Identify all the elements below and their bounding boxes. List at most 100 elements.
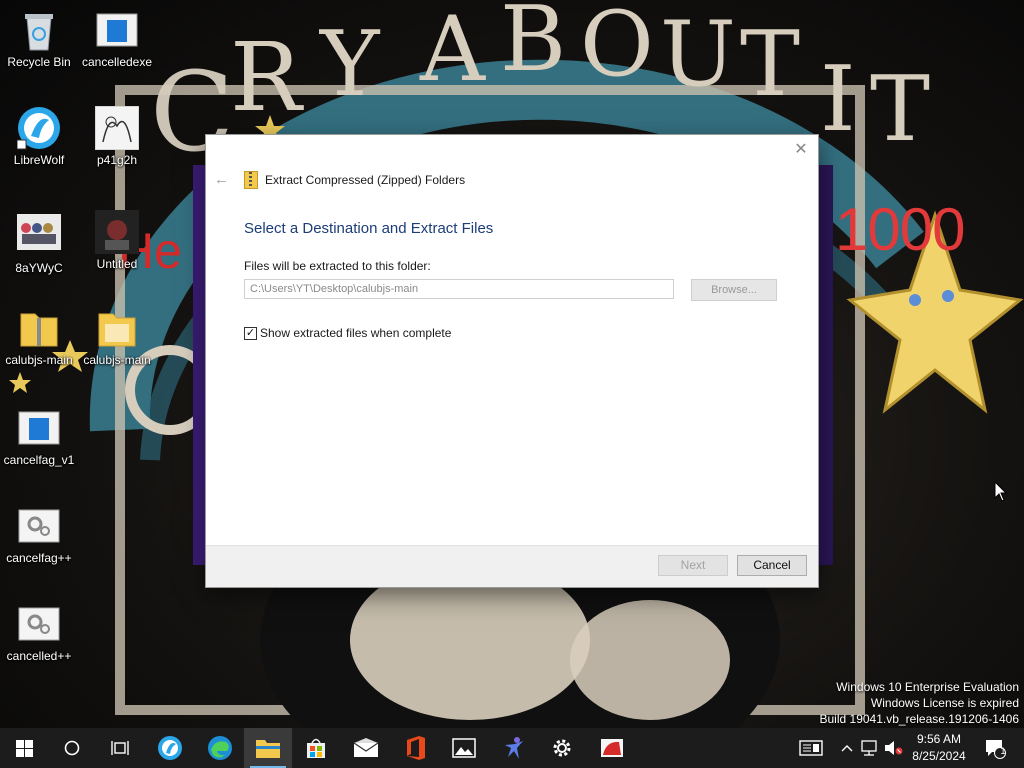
dialog-title-bar: Extract Compressed (Zipped) Folders bbox=[244, 171, 465, 189]
notification-count: 1 bbox=[1000, 746, 1006, 756]
store-bag-icon bbox=[307, 738, 325, 758]
svg-text:A: A bbox=[419, 0, 486, 102]
folder-icon bbox=[256, 740, 280, 758]
desktop-icon-label: p41g2h bbox=[96, 153, 138, 167]
next-button[interactable]: Next bbox=[658, 555, 728, 576]
desktop-icon-librewolf[interactable]: LibreWolf bbox=[0, 106, 78, 167]
desktop-icon-label: Recycle Bin bbox=[7, 55, 71, 69]
tray-news-widget[interactable] bbox=[796, 728, 826, 768]
clock-time: 9:56 AM bbox=[916, 732, 962, 746]
tray-network[interactable] bbox=[860, 728, 880, 768]
taskbar-mail[interactable] bbox=[342, 728, 390, 768]
search-circle-icon bbox=[64, 740, 80, 756]
search-button[interactable] bbox=[48, 728, 96, 768]
svg-text:I: I bbox=[820, 47, 856, 152]
svg-text:O: O bbox=[580, 0, 654, 97]
taskbar-app-figure[interactable] bbox=[490, 728, 538, 768]
svg-text:R: R bbox=[230, 23, 304, 133]
settings-file-icon bbox=[17, 504, 61, 548]
show-files-option[interactable]: ✓ Show extracted files when complete bbox=[244, 326, 451, 340]
figure-app-icon bbox=[505, 737, 523, 759]
dialog-footer: Next Cancel bbox=[206, 545, 818, 587]
taskbar-settings[interactable] bbox=[538, 728, 586, 768]
desktop-icon-cancelfag-plusplus[interactable]: cancelfag++ bbox=[0, 504, 78, 565]
librewolf-icon bbox=[16, 106, 61, 150]
back-button[interactable]: ← bbox=[214, 172, 230, 188]
desktop-icon-label: calubjs-main bbox=[83, 353, 151, 367]
dialog-heading: Select a Destination and Extract Files bbox=[244, 220, 494, 237]
svg-text:Y: Y bbox=[318, 12, 381, 117]
taskbar: 9:56 AM 8/25/2024 1 bbox=[0, 728, 1024, 768]
photos-icon bbox=[452, 738, 476, 758]
desktop-icon-label: LibreWolf bbox=[13, 153, 65, 167]
taskbar-file-explorer[interactable] bbox=[244, 728, 292, 768]
svg-text:U: U bbox=[660, 2, 736, 107]
svg-text:T: T bbox=[870, 57, 930, 162]
desktop-icon-8aywyc[interactable]: 8aYWyC bbox=[0, 214, 78, 275]
news-icon bbox=[799, 740, 823, 756]
watermark-edition: Windows 10 Enterprise Evaluation bbox=[836, 680, 1019, 694]
taskbar-office[interactable] bbox=[392, 728, 440, 768]
desktop-icon-label: cancelfag++ bbox=[6, 551, 72, 565]
back-arrow-icon: ← bbox=[214, 171, 229, 188]
image-thumbnail-icon bbox=[95, 210, 139, 254]
desktop-icon-calubjs-zip[interactable]: calubjs-main bbox=[0, 306, 78, 367]
show-files-label: Show extracted files when complete bbox=[260, 326, 452, 340]
svg-text:B: B bbox=[500, 0, 566, 92]
taskbar-edge[interactable] bbox=[196, 728, 244, 768]
watermark-build: Build 19041.vb_release.191206-1406 bbox=[819, 712, 1020, 726]
image-thumbnail-icon bbox=[17, 214, 61, 258]
application-window-icon bbox=[17, 406, 61, 450]
zip-folder-icon bbox=[17, 306, 61, 350]
desktop-icon-untitled[interactable]: Untitled bbox=[78, 210, 156, 271]
desktop-icon-label: cancelfag_v1 bbox=[3, 453, 75, 467]
taskbar-librewolf[interactable] bbox=[146, 728, 194, 768]
recycle-bin-icon bbox=[17, 8, 61, 52]
close-button[interactable]: ✕ bbox=[792, 141, 810, 159]
task-view-button[interactable] bbox=[96, 728, 144, 768]
destination-label: Files will be extracted to this folder: bbox=[244, 259, 431, 273]
red-app-icon bbox=[601, 739, 623, 757]
desktop-icon-calubjs-folder[interactable]: calubjs-main bbox=[78, 306, 156, 367]
extract-dialog: ✕ ← Extract Compressed (Zipped) Folders … bbox=[206, 135, 818, 587]
network-icon bbox=[861, 740, 877, 756]
desktop-icon-label: cancelledexe bbox=[81, 55, 153, 69]
desktop-icon-label: 8aYWyC bbox=[15, 261, 63, 275]
clock-date: 8/25/2024 bbox=[912, 749, 966, 763]
folder-icon bbox=[95, 306, 139, 350]
desktop-icon-cancelfag-v1[interactable]: cancelfag_v1 bbox=[0, 406, 78, 467]
application-window-icon bbox=[95, 8, 139, 52]
destination-path-input[interactable] bbox=[244, 279, 674, 299]
task-view-icon bbox=[111, 741, 129, 755]
taskbar-red-app[interactable] bbox=[588, 728, 636, 768]
taskbar-store[interactable] bbox=[292, 728, 340, 768]
desktop-icon-cancelledexe[interactable]: cancelledexe bbox=[78, 8, 156, 69]
edge-icon bbox=[208, 736, 232, 760]
desktop-icon-p41g2h[interactable]: p41g2h bbox=[78, 105, 156, 167]
taskbar-photos[interactable] bbox=[440, 728, 488, 768]
watermark-license: Windows License is expired bbox=[870, 696, 1019, 710]
taskbar-clock[interactable]: 9:56 AM 8/25/2024 bbox=[900, 731, 978, 765]
tray-show-hidden[interactable] bbox=[838, 728, 856, 768]
wallpaper-number-text: 1000 bbox=[835, 196, 965, 263]
mail-icon bbox=[353, 738, 379, 757]
close-icon: ✕ bbox=[794, 141, 808, 158]
desktop-icon-cancelled-plusplus[interactable]: cancelled++ bbox=[0, 602, 78, 663]
desktop-icon-label: cancelled++ bbox=[6, 649, 72, 663]
settings-file-icon bbox=[17, 602, 61, 646]
action-center-button[interactable]: 1 bbox=[980, 728, 1010, 768]
show-files-checkbox[interactable]: ✓ bbox=[244, 326, 257, 340]
start-button[interactable] bbox=[0, 728, 48, 768]
gear-icon bbox=[553, 739, 571, 757]
browse-button[interactable]: Browse... bbox=[691, 279, 777, 301]
desktop-icon-label: calubjs-main bbox=[5, 353, 73, 367]
dialog-title: Extract Compressed (Zipped) Folders bbox=[265, 173, 466, 187]
office-icon bbox=[407, 736, 425, 760]
desktop-icon-label: Untitled bbox=[96, 257, 138, 271]
image-thumbnail-icon bbox=[94, 105, 140, 151]
mouse-cursor-icon bbox=[994, 480, 1008, 508]
desktop-icon-recycle-bin[interactable]: Recycle Bin bbox=[0, 8, 78, 69]
zip-folder-icon bbox=[244, 171, 258, 189]
cancel-button[interactable]: Cancel bbox=[737, 555, 807, 576]
librewolf-icon bbox=[158, 736, 182, 760]
